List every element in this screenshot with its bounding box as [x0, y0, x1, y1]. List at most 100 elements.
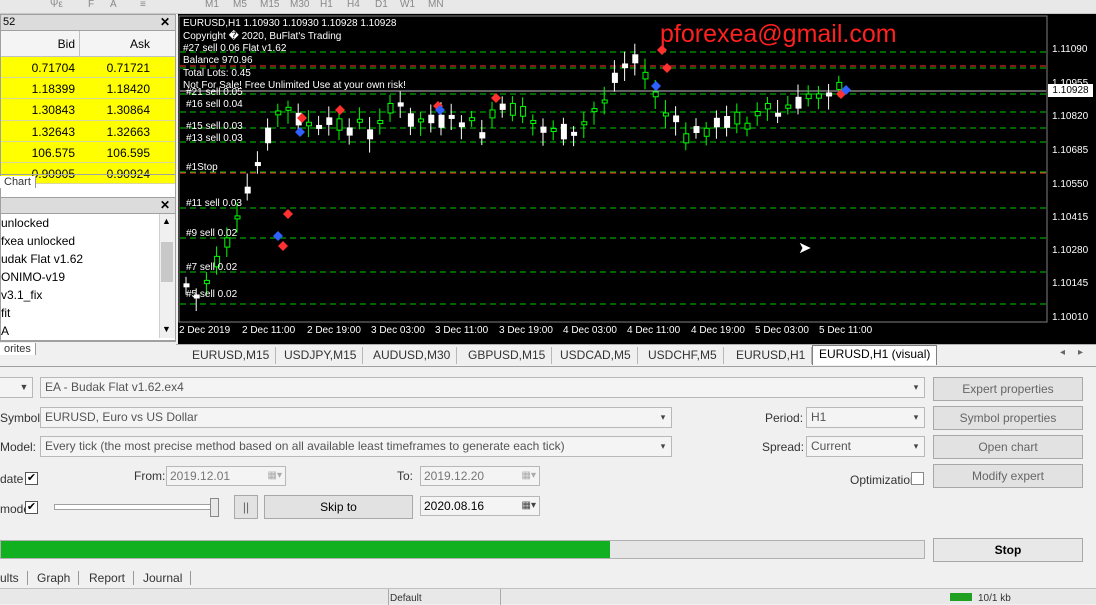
- speed-slider-track[interactable]: [54, 504, 219, 510]
- pause-button[interactable]: ||: [234, 495, 258, 519]
- symbol-properties-button[interactable]: Symbol properties: [933, 406, 1083, 430]
- list-item[interactable]: ONIMO-v19: [1, 268, 175, 286]
- list-item[interactable]: A: [1, 322, 175, 338]
- tab-journal[interactable]: Journal: [143, 571, 192, 585]
- candle-body: [826, 92, 833, 97]
- speed-slider-thumb[interactable]: [210, 498, 219, 517]
- table-row[interactable]: 1.30843 1.30864: [1, 99, 175, 121]
- tab-usdchf-m5[interactable]: USDCHF,M5: [642, 347, 724, 364]
- tab-report[interactable]: Report: [89, 571, 135, 585]
- open-chart-button[interactable]: Open chart: [933, 435, 1083, 459]
- spread-select[interactable]: Current ▾: [806, 436, 925, 457]
- connection-status: 10/1 kb: [978, 593, 1011, 604]
- period-select[interactable]: H1 ▾: [806, 407, 925, 428]
- price-tick-label: 1.10685: [1052, 145, 1089, 156]
- tab-favorites[interactable]: orites: [0, 343, 36, 355]
- navigator-tabs: orites: [0, 341, 176, 359]
- timeframe-m30[interactable]: M30: [290, 0, 309, 10]
- tab-eurusd-h1-visual[interactable]: EURUSD,H1 (visual): [812, 345, 938, 365]
- close-icon[interactable]: ✕: [160, 15, 170, 29]
- bid-value: 1.18399: [31, 82, 75, 97]
- candle-body: [407, 113, 414, 127]
- market-watch-rows: 0.71704 0.71721 1.18399 1.18420 1.30843 …: [1, 57, 175, 185]
- candle-body: [244, 186, 251, 194]
- tester-type-select[interactable]: ▼: [0, 377, 33, 398]
- visual-mode-checkbox[interactable]: ✔: [25, 501, 38, 514]
- timeframe-h1[interactable]: H1: [320, 0, 333, 10]
- ask-value: 0.71721: [106, 61, 150, 75]
- candle-body: [530, 119, 537, 124]
- skip-date-input[interactable]: 2020.08.16 ▦▾: [420, 496, 540, 516]
- toolbar-item[interactable]: A: [110, 0, 117, 10]
- profile-status: Default: [390, 593, 422, 604]
- timeframe-d1[interactable]: D1: [375, 0, 388, 10]
- table-row[interactable]: 1.18399 1.18420: [1, 78, 175, 100]
- toolbar-item[interactable]: F: [88, 0, 94, 10]
- timeframe-m1[interactable]: M1: [205, 0, 219, 10]
- tab-audusd-m30[interactable]: AUDUSD,M30: [367, 347, 458, 364]
- tab-gbpusd-m15[interactable]: GBPUSD,M15: [462, 347, 553, 364]
- tab-eurusd-h1[interactable]: EURUSD,H1: [730, 347, 813, 364]
- list-item[interactable]: unlocked: [1, 214, 175, 232]
- tab-eurusd-m15[interactable]: EURUSD,M15: [186, 347, 277, 364]
- tab-results[interactable]: ults: [0, 571, 28, 585]
- table-row[interactable]: 1.32643 1.32663: [1, 120, 175, 142]
- timeframe-mn[interactable]: MN: [428, 0, 444, 10]
- tab-graph[interactable]: Graph: [37, 571, 80, 585]
- time-tick-label: 5 Dec 11:00: [819, 325, 873, 336]
- timeframe-w1[interactable]: W1: [400, 0, 415, 10]
- stop-button[interactable]: Stop: [933, 538, 1083, 562]
- timeframe-h4[interactable]: H4: [347, 0, 360, 10]
- candle-body: [234, 215, 241, 220]
- price-chart[interactable]: EURUSD,H1 1.10930 1.10930 1.10928 1.1092…: [178, 14, 1096, 344]
- table-row[interactable]: 0.71704 0.71721: [1, 57, 175, 79]
- from-date-input[interactable]: 2019.12.01 ▦▾: [166, 466, 286, 486]
- tab-chart[interactable]: Chart: [0, 176, 36, 188]
- scroll-down-icon[interactable]: ▼: [162, 324, 171, 334]
- symbol-select[interactable]: EURUSD, Euro vs US Dollar ▾: [40, 407, 672, 428]
- list-item[interactable]: udak Flat v1.62: [1, 250, 175, 268]
- candle-body: [356, 118, 363, 123]
- column-ask[interactable]: Ask: [130, 37, 150, 51]
- list-item[interactable]: v3.1_fix: [1, 286, 175, 304]
- calendar-icon[interactable]: ▦▾: [268, 467, 282, 485]
- timeframe-m5[interactable]: M5: [233, 0, 247, 10]
- candle-body: [509, 102, 516, 116]
- optimization-checkbox[interactable]: [911, 472, 924, 485]
- table-row[interactable]: 106.575 106.595: [1, 141, 175, 163]
- tab-scroll-left-icon[interactable]: ◂: [1060, 347, 1065, 358]
- toolbar-item[interactable]: Ψε: [50, 0, 63, 10]
- to-date-input[interactable]: 2019.12.20 ▦▾: [420, 466, 540, 486]
- tab-scroll-right-icon[interactable]: ▸: [1078, 347, 1083, 358]
- order-label: #16 sell 0.04: [186, 99, 243, 110]
- scroll-thumb[interactable]: [161, 242, 173, 282]
- tab-usdjpy-m15[interactable]: USDJPY,M15: [278, 347, 364, 364]
- chart-canvas[interactable]: [178, 14, 1096, 344]
- navigator-panel: ✕ unlocked fxea unlocked udak Flat v1.62…: [0, 197, 176, 341]
- expert-select[interactable]: EA - Budak Flat v1.62.ex4 ▾: [40, 377, 925, 398]
- toolbar-item[interactable]: ≡: [140, 0, 146, 10]
- calendar-icon[interactable]: ▦▾: [522, 497, 536, 515]
- modify-expert-button[interactable]: Modify expert: [933, 464, 1083, 488]
- candle-body: [611, 72, 618, 83]
- navigator-scrollbar[interactable]: ▲ ▼: [159, 214, 175, 338]
- model-select[interactable]: Every tick (the most precise method base…: [40, 436, 672, 457]
- calendar-icon[interactable]: ▦▾: [522, 467, 536, 485]
- close-icon[interactable]: ✕: [160, 198, 170, 212]
- time-axis: 2 Dec 2019 2 Dec 11:00 2 Dec 19:00 3 Dec 03…: [178, 323, 1048, 343]
- list-item[interactable]: fit: [1, 304, 175, 322]
- candle-body: [795, 96, 802, 109]
- column-bid[interactable]: Bid: [58, 37, 75, 51]
- candle-body: [326, 117, 333, 125]
- chart-header: EURUSD,H1 1.10930 1.10930 1.10928 1.1092…: [183, 18, 397, 29]
- timeframe-m15[interactable]: M15: [260, 0, 279, 10]
- expert-properties-button[interactable]: Expert properties: [933, 377, 1083, 401]
- use-date-checkbox[interactable]: ✔: [25, 472, 38, 485]
- time-tick-label: 4 Dec 11:00: [627, 325, 681, 336]
- list-item[interactable]: fxea unlocked: [1, 232, 175, 250]
- expert-value: EA - Budak Flat v1.62.ex4: [45, 380, 184, 394]
- skip-to-button[interactable]: Skip to: [264, 495, 413, 519]
- scroll-up-icon[interactable]: ▲: [162, 216, 171, 226]
- candle-body: [724, 115, 731, 128]
- tab-usdcad-m5[interactable]: USDCAD,M5: [554, 347, 638, 364]
